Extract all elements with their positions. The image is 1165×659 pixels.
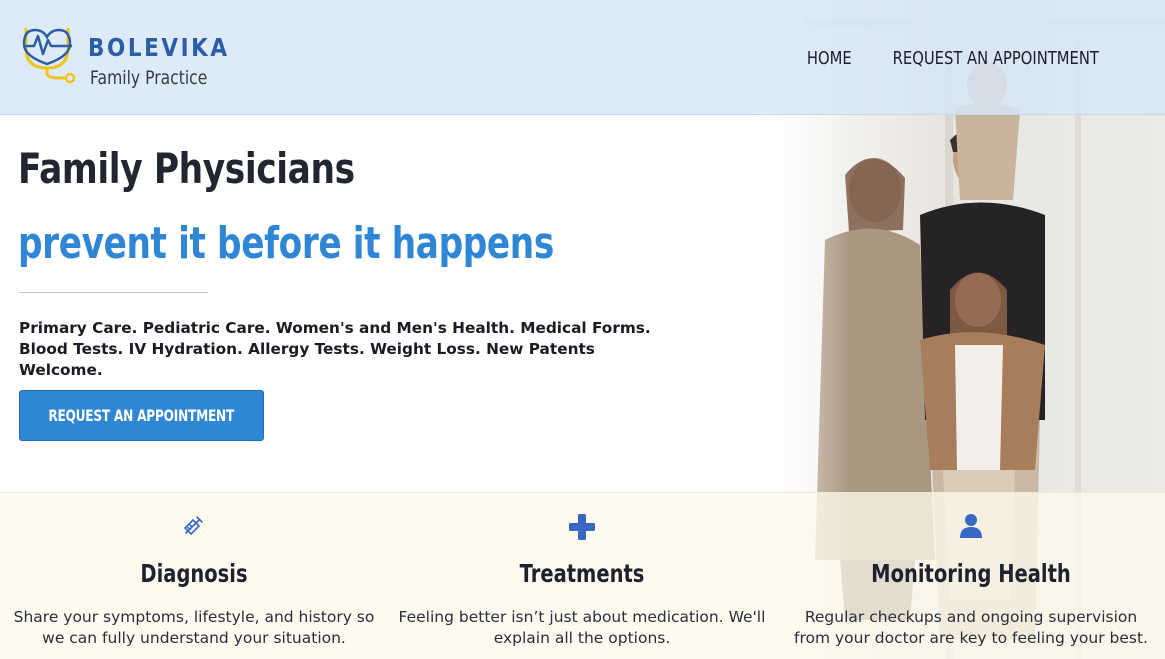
brand-subtitle: Family Practice: [90, 67, 208, 89]
site-header: BOLEVIKA Family Practice HOME REQUEST AN…: [0, 0, 1165, 115]
hero-divider: [19, 292, 208, 293]
stethoscope-heart-icon: [22, 28, 76, 84]
feature-diagnosis: Diagnosis Share your symptoms, lifestyle…: [0, 493, 388, 659]
hero-title: Family Physicians: [18, 144, 355, 193]
feature-diagnosis-title: Diagnosis: [140, 559, 248, 588]
feature-treatments-text: Feeling better isn’t just about medicati…: [398, 608, 766, 647]
hero-tagline: prevent it before it happens: [18, 218, 554, 269]
feature-treatments: Treatments Feeling better isn’t just abo…: [388, 493, 776, 659]
request-appointment-button[interactable]: REQUEST AN APPOINTMENT: [19, 390, 264, 441]
nav-home[interactable]: HOME: [807, 48, 852, 69]
features-strip: Diagnosis Share your symptoms, lifestyle…: [0, 492, 1165, 659]
nav-request-appointment[interactable]: REQUEST AN APPOINTMENT: [893, 48, 1099, 69]
request-appointment-button-label: REQUEST AN APPOINTMENT: [48, 406, 235, 425]
hero-description: Primary Care. Pediatric Care. Women's an…: [19, 319, 651, 379]
feature-diagnosis-text: Share your symptoms, lifestyle, and hist…: [13, 608, 375, 647]
plus-icon: [569, 514, 595, 540]
feature-monitoring-health: Monitoring Health Regular checkups and o…: [777, 493, 1165, 659]
brand-name: BOLEVIKA: [88, 33, 230, 62]
user-icon: [960, 514, 982, 538]
feature-treatments-title: Treatments: [519, 559, 645, 588]
syringe-icon: [183, 516, 203, 536]
main-nav: HOME REQUEST AN APPOINTMENT: [802, 48, 1122, 69]
feature-monitoring-health-title: Monitoring Health: [871, 559, 1071, 588]
brand-logo[interactable]: BOLEVIKA Family Practice: [20, 22, 227, 92]
feature-monitoring-health-text: Regular checkups and ongoing supervision…: [794, 608, 1148, 647]
